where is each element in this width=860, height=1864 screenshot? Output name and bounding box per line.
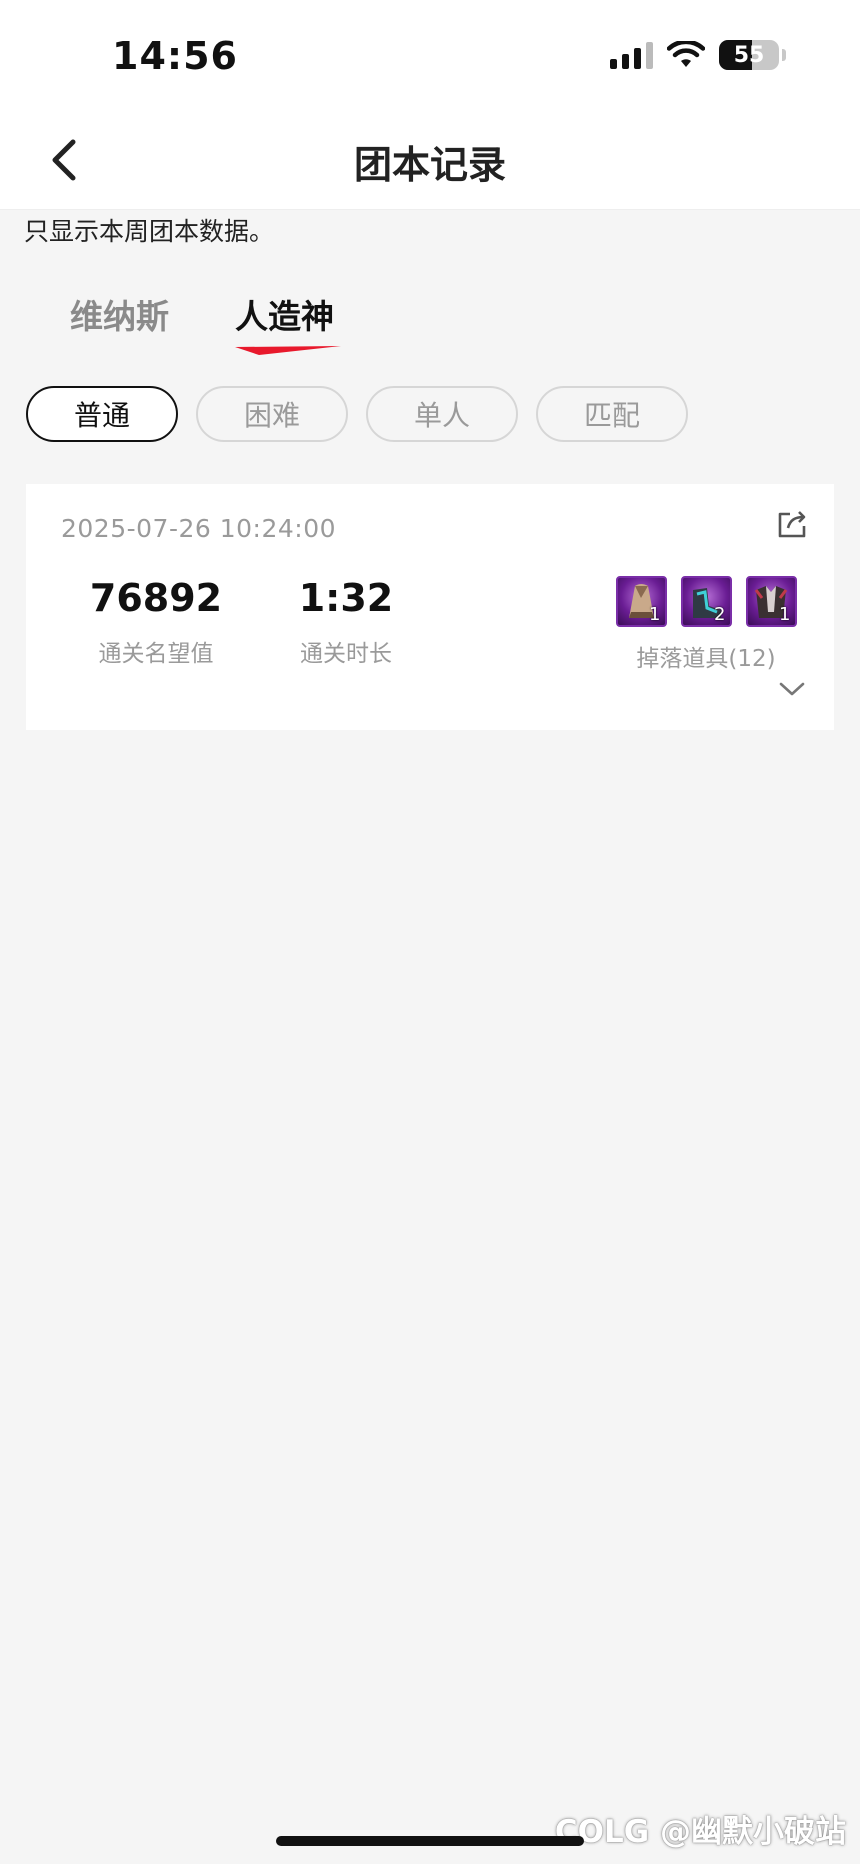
duration-label: 通关时长 <box>300 641 392 667</box>
status-time: 14:56 <box>112 34 238 78</box>
armor-item-icon[interactable]: 1 <box>745 576 797 627</box>
battery-level: 55 <box>733 42 765 68</box>
drop-count: 2 <box>714 604 726 625</box>
status-icons: 55 <box>610 40 786 70</box>
filter-solo[interactable]: 单人 <box>366 386 518 442</box>
record-datetime: 2025-07-26 10:24:00 <box>61 514 337 543</box>
drop-count: 1 <box>649 604 661 625</box>
filter-normal[interactable]: 普通 <box>26 386 178 442</box>
status-bar: 14:56 55 <box>0 0 860 110</box>
wifi-icon <box>667 41 705 67</box>
drop-icons: 1 2 1 <box>606 576 806 627</box>
tab-artificial-god-label: 人造神 <box>235 297 334 336</box>
reputation-stat: 76892 通关名望值 <box>66 576 246 668</box>
filter-match[interactable]: 匹配 <box>536 386 688 442</box>
duration-stat: 1:32 通关时长 <box>266 576 426 668</box>
share-icon[interactable] <box>774 506 810 542</box>
record-card[interactable]: 2025-07-26 10:24:00 76892 通关名望值 1:32 通关时… <box>26 484 834 730</box>
difficulty-filters: 普通 困难 单人 匹配 <box>26 386 688 442</box>
watermark: COLG @幽默小破站 <box>554 1814 846 1850</box>
battery-cap <box>782 49 786 61</box>
weekly-notice: 只显示本周团本数据。 <box>24 217 275 246</box>
boots-item-icon[interactable]: 2 <box>680 576 732 627</box>
cellular-signal-icon <box>610 41 653 69</box>
drop-count: 1 <box>779 604 791 625</box>
robe-item-icon[interactable]: 1 <box>615 576 667 627</box>
active-tab-indicator <box>235 346 341 355</box>
reputation-label: 通关名望值 <box>98 641 214 667</box>
duration-value: 1:32 <box>298 576 394 620</box>
filter-hard[interactable]: 困难 <box>196 386 348 442</box>
tab-venus[interactable]: 维纳斯 <box>70 290 169 338</box>
drops-label: 掉落道具(12) <box>636 646 776 672</box>
chevron-down-icon[interactable] <box>778 680 806 698</box>
reputation-value: 76892 <box>89 576 223 620</box>
drop-items[interactable]: 1 2 1 掉落道具(12) <box>606 576 806 673</box>
tab-artificial-god[interactable]: 人造神 <box>235 290 341 355</box>
home-indicator <box>276 1836 584 1846</box>
nav-bar: 团本记录 <box>0 110 860 210</box>
battery-icon: 55 <box>719 40 779 70</box>
raid-tabs: 维纳斯 人造神 <box>70 290 341 355</box>
page-title: 团本记录 <box>353 143 506 187</box>
